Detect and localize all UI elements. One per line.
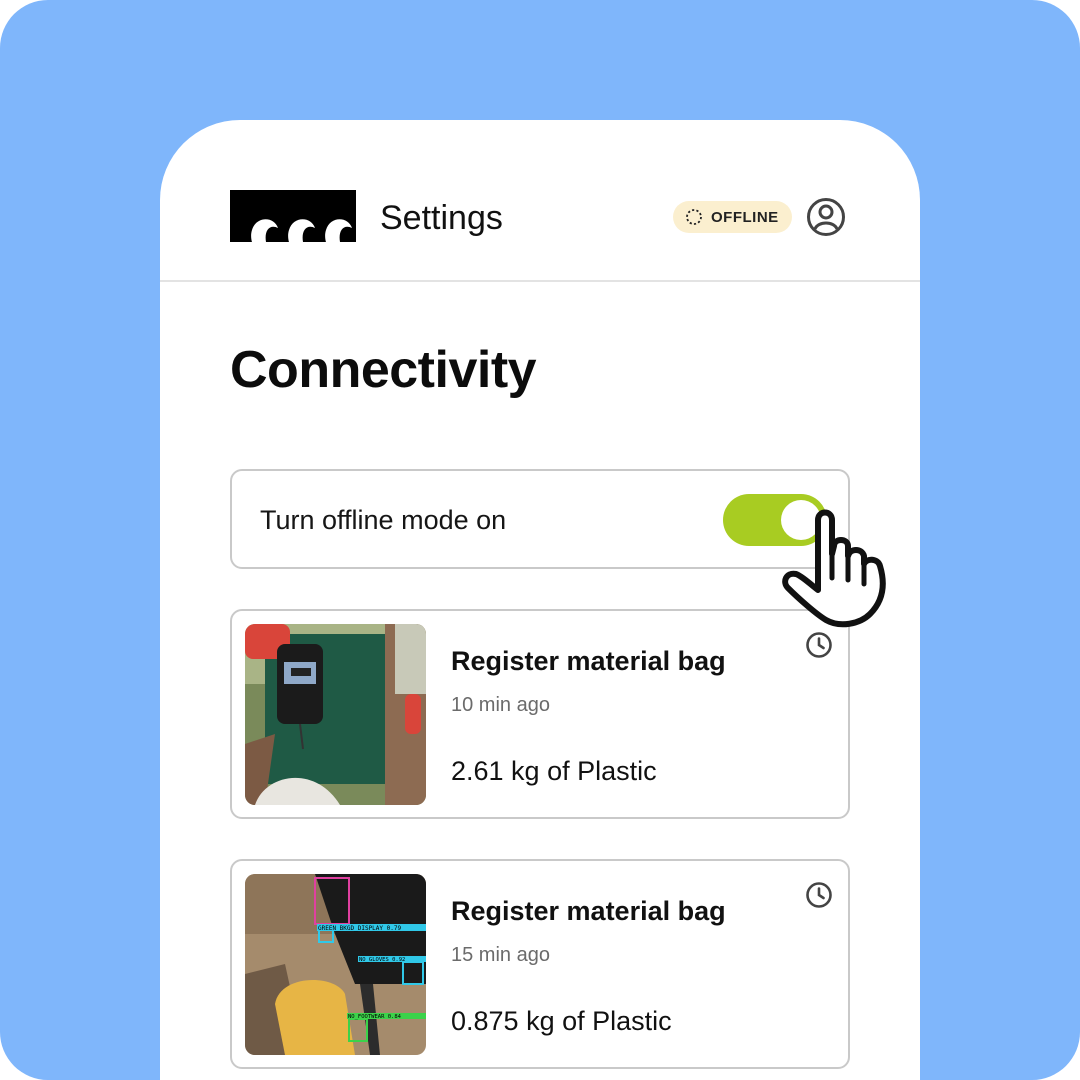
app-canvas: Settings OFFLINE Connectivity Turn offli… [0,0,1080,1080]
page-title: Settings [380,199,503,237]
offline-status-badge: OFFLINE [673,201,792,233]
activity-weight: 2.61 kg of Plastic [451,756,657,786]
material-bag-photo: GREEN_BKGD_DISPLAY 0.79 NO_GLOVES 0.92 N… [245,874,426,1055]
detection-label: NO_FOOTWEAR 0.84 [348,1014,402,1020]
detection-label: NO_GLOVES 0.92 [359,957,405,963]
phone-screen: Settings OFFLINE Connectivity Turn offli… [160,120,920,1080]
user-circle-icon[interactable] [806,197,846,237]
status-badge-label: OFFLINE [711,208,779,226]
activity-weight: 0.875 kg of Plastic [451,1006,672,1036]
offline-mode-row: Turn offline mode on [230,469,850,569]
clock-icon [806,882,832,908]
material-bag-photo [245,624,426,805]
top-header: Settings OFFLINE [160,120,920,282]
clock-icon [806,632,832,658]
activity-title: Register material bag [451,646,726,676]
hand-pointer-icon [782,509,886,628]
activity-time: 10 min ago [451,694,550,716]
activity-card[interactable]: Register material bag 10 min ago 2.61 kg… [230,609,850,819]
activity-card[interactable]: GREEN_BKGD_DISPLAY 0.79 NO_GLOVES 0.92 N… [230,859,850,1069]
detection-label: GREEN_BKGD_DISPLAY 0.79 [318,925,401,932]
loading-spinner-icon [686,209,702,225]
section-title: Connectivity [230,341,537,399]
wave-logo-icon [230,190,356,242]
activity-time: 15 min ago [451,944,550,966]
offline-mode-label: Turn offline mode on [260,505,507,535]
activity-title: Register material bag [451,896,726,926]
